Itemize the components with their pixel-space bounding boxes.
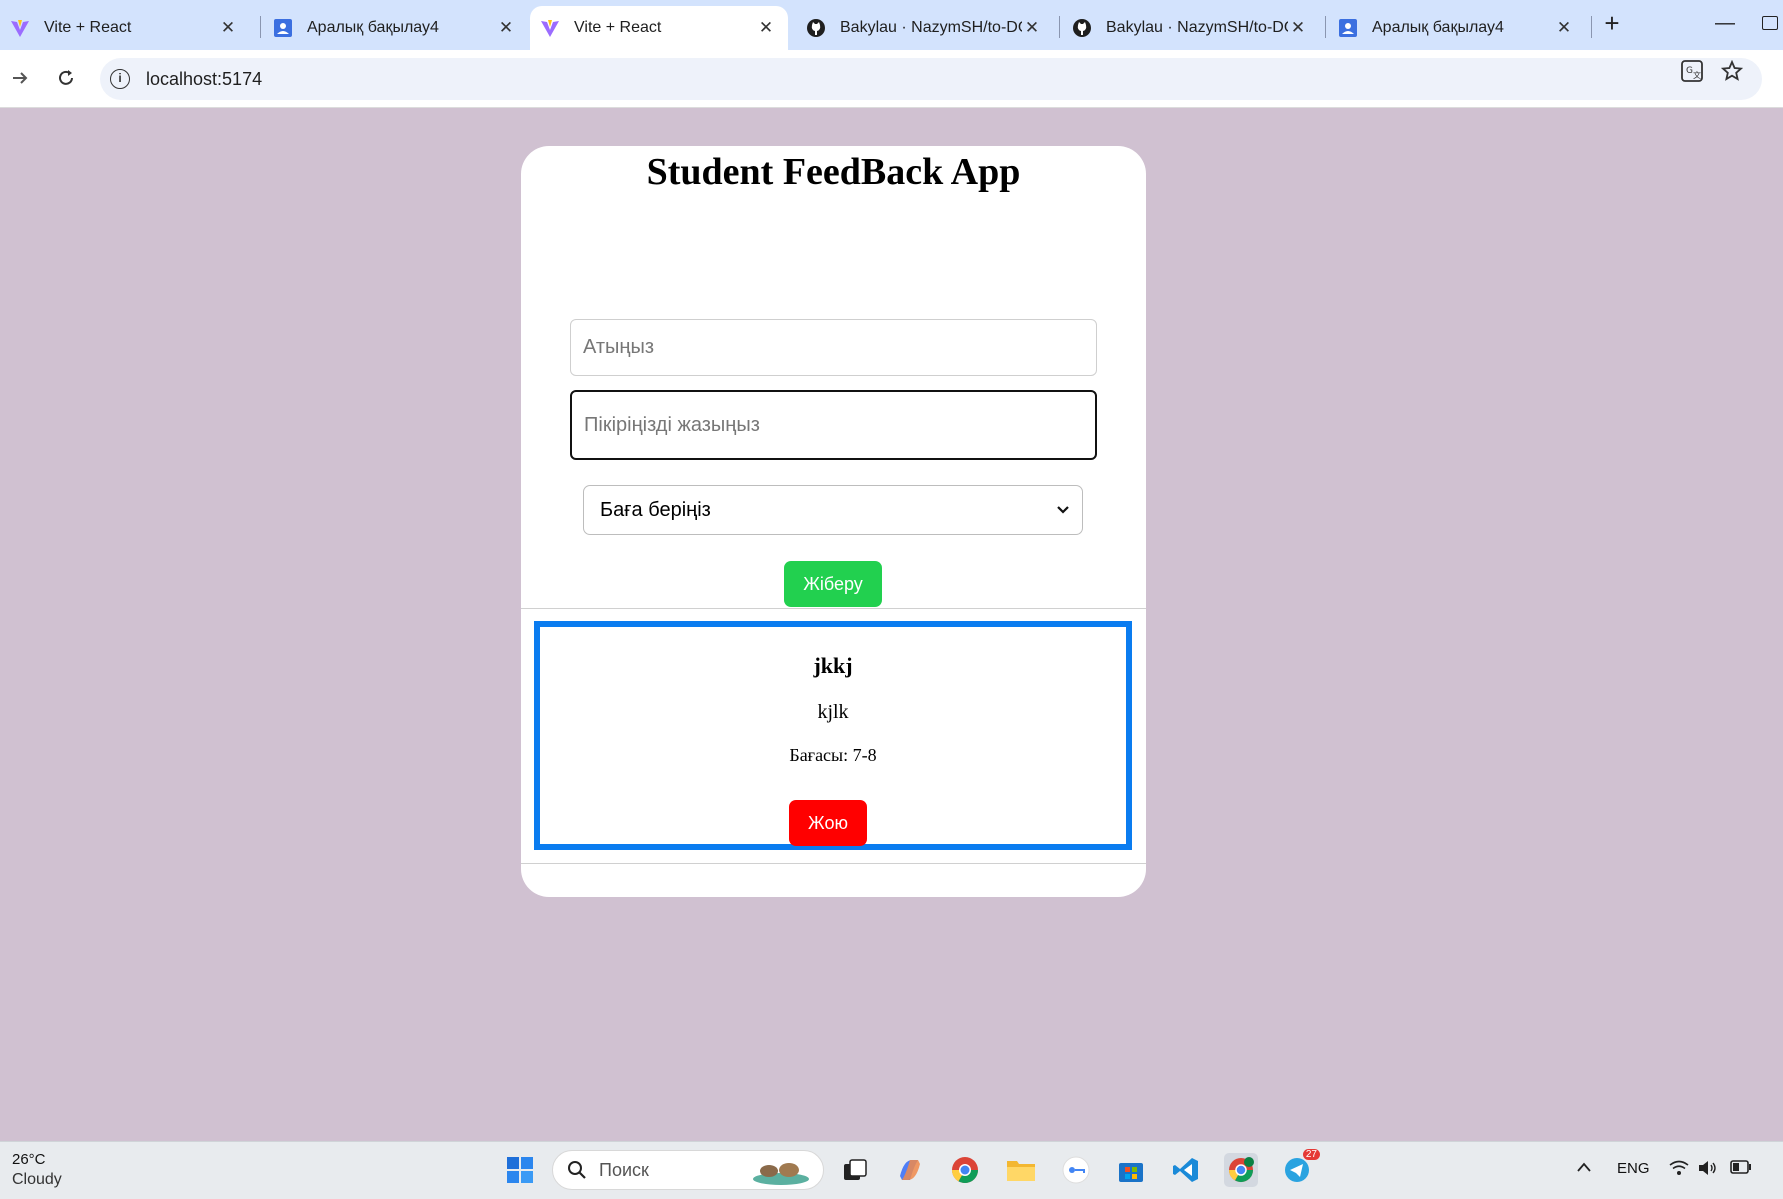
feedback-app-card: Student FeedBack App Баға беріңіз Жіберу… (521, 146, 1146, 897)
tab-title: Аралық бақылау4 (1372, 19, 1504, 36)
search-icon (568, 1161, 586, 1179)
telegram-badge: 27 (1302, 1149, 1320, 1160)
search-placeholder: Поиск (599, 1159, 649, 1180)
password-manager-icon[interactable] (1059, 1153, 1093, 1187)
tab-forms-1[interactable]: Аралық бақылау4 ✕ (263, 6, 528, 50)
battery-icon[interactable] (1730, 1160, 1752, 1178)
tab-separator (260, 16, 261, 38)
vite-icon (10, 18, 30, 38)
weather-description[interactable]: Cloudy (12, 1171, 62, 1189)
feedback-rating: Бағасы: 7-8 (789, 745, 877, 765)
taskbar: 26°C Cloudy Поиск 27 ENG (0, 1141, 1783, 1199)
file-explorer-icon[interactable] (1004, 1153, 1038, 1187)
volume-icon[interactable] (1698, 1160, 1718, 1180)
forward-icon[interactable] (4, 62, 36, 94)
new-tab-button[interactable]: + (1600, 10, 1624, 36)
close-icon[interactable]: ✕ (218, 18, 238, 38)
name-input[interactable] (570, 319, 1097, 376)
forms-icon (273, 18, 293, 38)
tab-title: Аралық бақылау4 (307, 19, 439, 36)
tab-title: Bakylau · NazymSH/to-DO (1106, 19, 1288, 36)
forms-icon (1338, 18, 1358, 38)
vite-icon (540, 18, 560, 38)
tab-title: Vite + React (44, 19, 132, 36)
telegram-icon[interactable]: 27 (1280, 1149, 1320, 1187)
divider (521, 608, 1146, 609)
divider (521, 863, 1146, 864)
svg-text:文: 文 (1693, 70, 1701, 80)
taskbar-search[interactable]: Поиск (552, 1150, 824, 1190)
submit-button[interactable]: Жіберу (784, 561, 882, 607)
github-icon (1072, 18, 1092, 38)
chevron-down-icon (1057, 506, 1069, 514)
close-icon[interactable]: ✕ (1288, 18, 1308, 38)
tab-github-1[interactable]: Bakylau · NazymSH/to-DO ✕ (796, 6, 1054, 50)
wifi-icon[interactable] (1669, 1160, 1689, 1180)
tab-separator (1059, 16, 1060, 38)
tab-title: Vite + React (574, 19, 662, 36)
language-indicator[interactable]: ENG (1617, 1160, 1650, 1177)
microsoft-store-icon[interactable] (1114, 1153, 1148, 1187)
chrome-icon[interactable] (948, 1153, 982, 1187)
github-icon (806, 18, 826, 38)
task-view-icon[interactable] (838, 1153, 872, 1187)
tab-separator (1591, 16, 1592, 38)
bookmark-star-icon[interactable] (1720, 59, 1744, 83)
close-icon[interactable]: ✕ (1554, 18, 1574, 38)
delete-button[interactable]: Жою (789, 800, 867, 846)
close-icon[interactable]: ✕ (756, 18, 776, 38)
comment-input[interactable] (570, 390, 1097, 460)
tab-strip: Vite + React ✕ Аралық бақылау4 ✕ Vite + … (0, 0, 1783, 50)
minimize-icon[interactable]: — (1715, 12, 1735, 35)
feedback-item: jkkj kjlk Бағасы: 7-8 Жою (534, 621, 1132, 850)
tab-vite-react-active[interactable]: Vite + React ✕ (530, 6, 788, 50)
browser-toolbar: i localhost:5174 G文 (0, 50, 1783, 108)
search-highlight-icon (753, 1163, 809, 1185)
rating-select-label: Баға беріңіз (600, 498, 711, 521)
maximize-icon[interactable] (1762, 16, 1778, 30)
copilot-icon[interactable] (893, 1153, 927, 1187)
start-windows-icon[interactable] (503, 1153, 537, 1187)
tab-forms-2[interactable]: Аралық бақылау4 ✕ (1328, 6, 1586, 50)
svg-text:G: G (1686, 66, 1693, 76)
feedback-name: jkkj (813, 653, 853, 678)
close-icon[interactable]: ✕ (496, 18, 516, 38)
vscode-icon[interactable] (1169, 1153, 1203, 1187)
tab-separator (1325, 16, 1326, 38)
chrome-profile-icon[interactable] (1224, 1153, 1258, 1187)
tab-vite-react-1[interactable]: Vite + React ✕ (0, 6, 250, 50)
translate-icon[interactable]: G文 (1680, 59, 1704, 83)
chevron-up-icon[interactable] (1576, 1160, 1592, 1177)
reload-icon[interactable] (50, 62, 82, 94)
feedback-text: kjlk (817, 701, 849, 723)
tab-github-2[interactable]: Bakylau · NazymSH/to-DO ✕ (1062, 6, 1320, 50)
site-info-icon[interactable]: i (110, 69, 130, 89)
close-icon[interactable]: ✕ (1022, 18, 1042, 38)
rating-select[interactable]: Баға беріңіз (583, 485, 1083, 535)
address-bar[interactable]: i localhost:5174 (100, 58, 1762, 100)
app-title: Student FeedBack App (646, 151, 1021, 193)
weather-temperature[interactable]: 26°C (12, 1151, 46, 1168)
url-text: localhost:5174 (146, 68, 263, 89)
tab-title: Bakylau · NazymSH/to-DO (840, 19, 1022, 36)
